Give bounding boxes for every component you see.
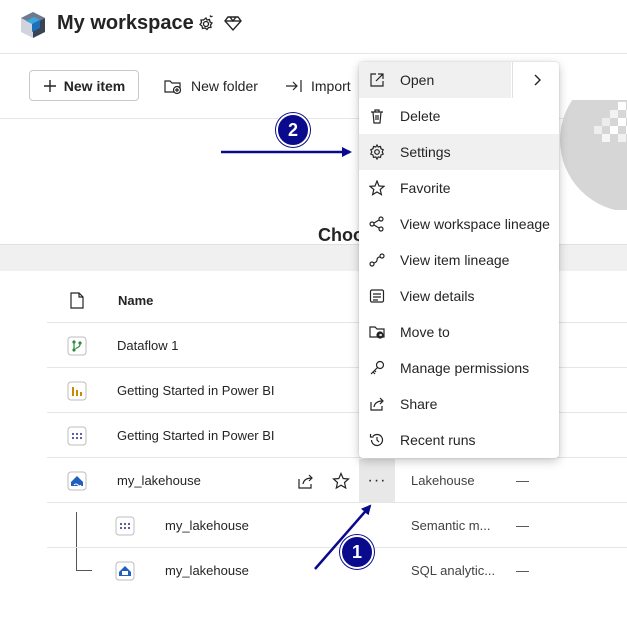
- step-badge-1: 1: [340, 535, 374, 569]
- plus-icon: [43, 79, 56, 92]
- row-name[interactable]: my_lakehouse: [165, 563, 249, 578]
- details-icon: [368, 287, 386, 305]
- new-folder-icon: [164, 79, 182, 94]
- menu-item-label: View details: [400, 288, 475, 304]
- menu-item-recent-runs[interactable]: Recent runs: [359, 422, 559, 458]
- new-item-label: New item: [63, 77, 126, 94]
- workspace-title: My workspace: [57, 12, 194, 34]
- lakehouse-icon: [67, 471, 87, 491]
- header-divider: [0, 53, 627, 54]
- key-icon: [368, 359, 386, 377]
- open-icon: [368, 71, 386, 89]
- import-button[interactable]: Import: [285, 70, 351, 101]
- tree-connector: [76, 512, 92, 571]
- menu-item-label: Settings: [400, 144, 451, 160]
- menu-item-move-to[interactable]: Move to: [359, 314, 559, 350]
- menu-item-label: View workspace lineage: [400, 216, 550, 232]
- delete-icon: [368, 107, 386, 125]
- row-type: SQL analytic...: [411, 563, 496, 578]
- menu-item-label: Delete: [400, 108, 441, 124]
- dataflow-icon: [67, 336, 87, 356]
- menu-item-view-workspace-lineage[interactable]: View workspace lineage: [359, 206, 559, 242]
- history-icon: [368, 431, 386, 449]
- menu-item-label: Favorite: [400, 180, 451, 196]
- menu-item-label: Recent runs: [400, 432, 476, 448]
- row-name[interactable]: Dataflow 1: [117, 338, 178, 353]
- new-folder-label: New folder: [191, 77, 258, 94]
- menu-item-label: Open: [400, 72, 435, 88]
- menu-item-manage-permissions[interactable]: Manage permissions: [359, 350, 559, 386]
- row-extra: —: [516, 473, 529, 488]
- menu-item-label: Share: [400, 396, 438, 412]
- menu-item-settings[interactable]: Settings: [359, 134, 559, 170]
- semantic-model-icon: [67, 426, 87, 446]
- row-name[interactable]: my_lakehouse: [117, 473, 201, 488]
- row-name[interactable]: Getting Started in Power BI: [117, 383, 275, 398]
- row-type: Semantic m...: [411, 518, 491, 533]
- menu-item-delete[interactable]: Delete: [359, 98, 559, 134]
- favorite-star-icon[interactable]: [332, 472, 350, 490]
- new-folder-button[interactable]: New folder: [163, 70, 258, 101]
- new-item-button[interactable]: New item: [29, 70, 139, 101]
- semantic-model-icon: [115, 516, 135, 536]
- menu-item-favorite[interactable]: Favorite: [359, 170, 559, 206]
- menu-item-label: View item lineage: [400, 252, 510, 268]
- settings-icon: [368, 143, 386, 161]
- item-lineage-icon: [368, 251, 386, 269]
- menu-item-share[interactable]: Share: [359, 386, 559, 422]
- sql-endpoint-icon: [115, 561, 135, 581]
- file-type-header-icon: [70, 292, 84, 309]
- report-icon: [67, 381, 87, 401]
- import-label: Import: [311, 77, 351, 94]
- menu-item-open[interactable]: Open: [359, 62, 511, 98]
- row-extra: —: [516, 563, 529, 578]
- share-icon[interactable]: [297, 472, 315, 490]
- row-extra: —: [516, 518, 529, 533]
- row-type: Lakehouse: [411, 473, 475, 488]
- row-name[interactable]: my_lakehouse: [165, 518, 249, 533]
- row-divider: [47, 502, 627, 503]
- menu-item-label: Move to: [400, 324, 450, 340]
- chevron-right-icon[interactable]: [512, 62, 560, 98]
- item-context-menu: Open Delete Settings Favorite View works…: [359, 62, 559, 458]
- more-options-button[interactable]: ···: [359, 459, 395, 502]
- menu-item-view-details[interactable]: View details: [359, 278, 559, 314]
- row-divider: [47, 547, 627, 548]
- workspace-icon: [18, 10, 48, 40]
- share-icon: [368, 395, 386, 413]
- import-icon: [286, 79, 302, 92]
- star-icon: [368, 179, 386, 197]
- menu-item-label: Manage permissions: [400, 360, 530, 376]
- move-to-icon: [368, 323, 386, 341]
- row-name[interactable]: Getting Started in Power BI: [117, 428, 275, 443]
- premium-diamond-icon: [224, 14, 242, 32]
- workspace-lineage-icon: [368, 215, 386, 233]
- step-badge-2: 2: [276, 113, 310, 147]
- name-column-header[interactable]: Name: [118, 293, 153, 308]
- menu-item-view-item-lineage[interactable]: View item lineage: [359, 242, 559, 278]
- workspace-settings-icon[interactable]: [197, 14, 215, 32]
